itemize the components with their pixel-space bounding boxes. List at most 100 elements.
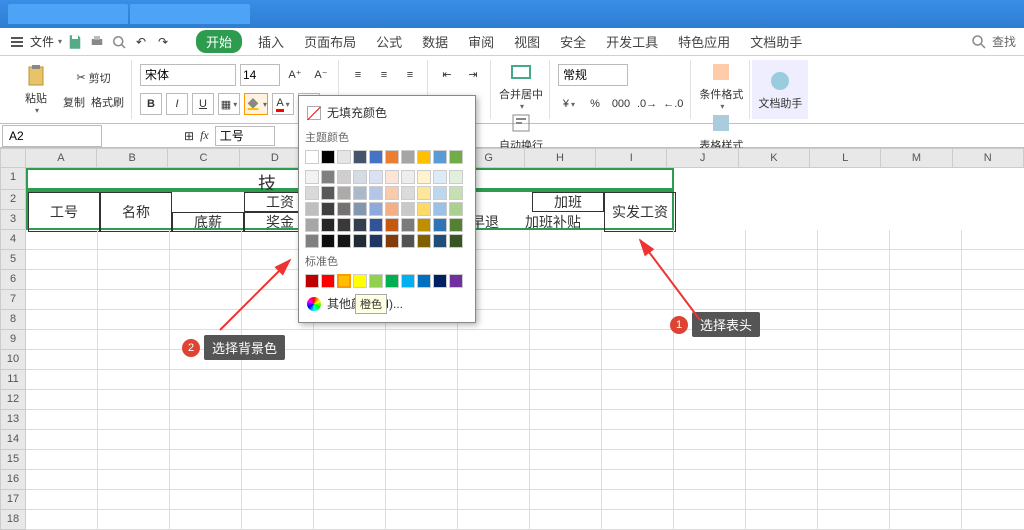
color-swatch[interactable] <box>385 234 399 248</box>
row-9[interactable]: 9 <box>0 330 26 350</box>
hdr-id[interactable]: 工号 <box>28 192 100 232</box>
color-swatch[interactable] <box>353 234 367 248</box>
borders-button[interactable]: ▦▾ <box>218 93 240 115</box>
row-1[interactable]: 1 <box>0 168 26 190</box>
number-format-select[interactable] <box>558 64 628 86</box>
color-swatch[interactable] <box>433 234 447 248</box>
row-16[interactable]: 16 <box>0 470 26 490</box>
color-swatch[interactable] <box>337 186 351 200</box>
color-swatch[interactable] <box>385 150 399 164</box>
hamburger-icon[interactable] <box>8 33 26 51</box>
col-I[interactable]: I <box>596 148 667 168</box>
col-J[interactable]: J <box>667 148 738 168</box>
row-4[interactable]: 4 <box>0 230 26 250</box>
color-swatch[interactable] <box>417 170 431 184</box>
row-7[interactable]: 7 <box>0 290 26 310</box>
color-swatch[interactable] <box>353 150 367 164</box>
fx-icon[interactable]: fx <box>200 128 209 143</box>
doc-assistant-button[interactable]: 文档助手 <box>758 69 802 111</box>
color-swatch[interactable] <box>449 150 463 164</box>
font-color-button[interactable]: A▾ <box>272 93 294 115</box>
decrease-decimal-button[interactable]: ←.0 <box>662 93 684 115</box>
file-menu[interactable]: 文件▾ <box>30 33 62 50</box>
color-swatch[interactable] <box>449 218 463 232</box>
row-14[interactable]: 14 <box>0 430 26 450</box>
color-swatch[interactable] <box>401 202 415 216</box>
doc-tab-1[interactable] <box>8 4 128 24</box>
color-swatch[interactable] <box>369 234 383 248</box>
row-5[interactable]: 5 <box>0 250 26 270</box>
print-icon[interactable] <box>88 33 106 51</box>
name-box[interactable] <box>2 125 102 147</box>
color-swatch[interactable] <box>417 150 431 164</box>
color-swatch[interactable] <box>433 170 447 184</box>
color-swatch[interactable] <box>417 202 431 216</box>
copy-button[interactable]: 复制 <box>62 91 86 113</box>
comma-button[interactable]: 000 <box>610 93 632 115</box>
redo-icon[interactable]: ↷ <box>154 33 172 51</box>
underline-button[interactable]: U <box>192 93 214 115</box>
color-swatch[interactable] <box>305 170 319 184</box>
save-icon[interactable] <box>66 33 84 51</box>
color-swatch[interactable] <box>337 202 351 216</box>
row-17[interactable]: 17 <box>0 490 26 510</box>
tab-doc-assistant[interactable]: 文档助手 <box>746 30 806 53</box>
color-swatch[interactable] <box>433 274 447 288</box>
row-12[interactable]: 12 <box>0 390 26 410</box>
color-swatch[interactable] <box>449 234 463 248</box>
col-L[interactable]: L <box>810 148 881 168</box>
fill-color-button[interactable]: ▾ <box>244 93 268 115</box>
color-swatch[interactable] <box>353 186 367 200</box>
increase-font-button[interactable]: A⁺ <box>284 64 306 86</box>
hdr-base[interactable]: 底薪 <box>172 212 244 232</box>
color-swatch[interactable] <box>385 202 399 216</box>
row-10[interactable]: 10 <box>0 350 26 370</box>
row-3[interactable]: 3 <box>0 210 26 230</box>
tab-home[interactable]: 开始 <box>196 30 242 53</box>
color-swatch[interactable] <box>369 218 383 232</box>
color-swatch[interactable] <box>305 202 319 216</box>
hdr-ot-allow[interactable]: 加班补贴 <box>502 212 604 232</box>
percent-button[interactable]: % <box>584 93 606 115</box>
hdr-overtime[interactable]: 加班 <box>532 192 604 212</box>
row-11[interactable]: 11 <box>0 370 26 390</box>
search-button[interactable]: 查找 <box>970 33 1016 51</box>
color-swatch[interactable] <box>417 186 431 200</box>
color-swatch[interactable] <box>449 170 463 184</box>
undo-icon[interactable]: ↶ <box>132 33 150 51</box>
col-M[interactable]: M <box>881 148 952 168</box>
color-swatch[interactable] <box>321 170 335 184</box>
color-swatch[interactable] <box>417 218 431 232</box>
increase-decimal-button[interactable]: .0→ <box>636 93 658 115</box>
font-size-select[interactable] <box>240 64 280 86</box>
color-swatch[interactable] <box>401 234 415 248</box>
cut-button[interactable]: ✂剪切 <box>62 67 125 89</box>
tab-special[interactable]: 特色应用 <box>674 30 734 53</box>
tab-view[interactable]: 视图 <box>510 30 544 53</box>
row-2[interactable]: 2 <box>0 190 26 210</box>
color-swatch[interactable] <box>401 150 415 164</box>
color-swatch[interactable] <box>353 218 367 232</box>
font-name-select[interactable] <box>140 64 236 86</box>
color-swatch[interactable] <box>305 186 319 200</box>
color-swatch[interactable] <box>321 274 335 288</box>
wrap-text-button[interactable]: 自动换行 <box>499 111 543 153</box>
color-swatch[interactable] <box>305 218 319 232</box>
color-swatch[interactable] <box>433 186 447 200</box>
italic-button[interactable]: I <box>166 93 188 115</box>
color-swatch[interactable] <box>305 274 319 288</box>
align-bottom-button[interactable]: ≡ <box>399 64 421 86</box>
color-swatch[interactable] <box>369 186 383 200</box>
color-swatch[interactable] <box>337 170 351 184</box>
color-swatch[interactable] <box>401 186 415 200</box>
tab-insert[interactable]: 插入 <box>254 30 288 53</box>
col-A[interactable]: A <box>26 148 97 168</box>
more-colors-option[interactable]: 其他颜色(M)... <box>303 289 471 318</box>
hdr-name[interactable]: 名称 <box>100 192 172 232</box>
color-swatch[interactable] <box>385 274 399 288</box>
col-H[interactable]: H <box>525 148 596 168</box>
color-swatch[interactable] <box>353 274 367 288</box>
color-swatch[interactable] <box>321 186 335 200</box>
row-18[interactable]: 18 <box>0 510 26 530</box>
tab-review[interactable]: 审阅 <box>464 30 498 53</box>
